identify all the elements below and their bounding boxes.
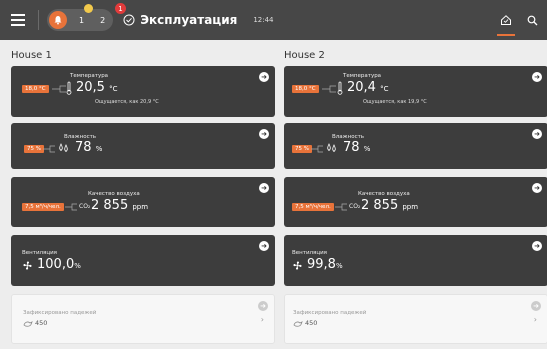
menu-button[interactable] [4, 0, 32, 40]
house-title: House 2 [284, 50, 325, 61]
arrow-right-icon[interactable]: ➜ [531, 301, 541, 311]
warning-dot [84, 4, 93, 13]
mode-indicator[interactable]: Эксплуатация 12:44 [123, 13, 274, 27]
chevron-right-icon: › [533, 315, 537, 324]
mortality-card[interactable]: ➜ Зафиксировано падежей 450 › [11, 294, 275, 344]
air-quality-label: Качество воздуха [358, 191, 410, 197]
air-quality-setpoint: 7,5 м³/ч/чел. [22, 203, 64, 211]
top-bar: 1 2 1 Эксплуатация 12:44 [0, 0, 547, 40]
alarm-pill[interactable]: 1 2 1 [47, 3, 126, 31]
mortality-card[interactable]: ➜ Зафиксировано падежей 450 › [284, 294, 547, 344]
arrow-right-icon[interactable]: ➜ [532, 241, 542, 251]
dead-bird-icon [23, 321, 33, 327]
alarm-count-2: 2 [100, 15, 106, 25]
home-icon [501, 15, 511, 25]
header-divider [38, 10, 39, 30]
menu-icon [11, 14, 25, 26]
arrow-right-icon[interactable]: ➜ [258, 301, 268, 311]
chevron-right-icon: › [260, 315, 264, 324]
air-quality-value: 2 855 ppm [91, 198, 149, 213]
search-icon [527, 15, 537, 25]
humidity-setpoint: 75 % [292, 145, 312, 153]
house-column-2: House 2 ➜ Температура 18,0 °C 20,4 °C Ощ… [284, 50, 547, 344]
ventilation-value: 100,0% [37, 257, 81, 272]
air-quality-card[interactable]: ➜ Качество воздуха 7,5 м³/ч/чел. CO₂ 2 8… [284, 177, 547, 227]
temperature-value: 20,4 °C [347, 80, 389, 95]
humidity-value: 78 % [343, 140, 371, 155]
humidity-card[interactable]: ➜ Влажность 75 % 78 % [11, 123, 275, 169]
mortality-value: 450 [305, 319, 318, 327]
temperature-card[interactable]: ➜ Температура 18,0 °C 20,4 °C Ощущается,… [284, 66, 547, 117]
co2-icon: CO₂ [79, 203, 91, 210]
thermometer-icon [66, 81, 72, 95]
humidity-icon [327, 143, 336, 153]
ventilation-label: Вентиляция [292, 250, 327, 256]
ventilation-card[interactable]: ➜ Вентиляция 100,0% [11, 235, 275, 286]
air-quality-card[interactable]: ➜ Качество воздуха 7,5 м³/ч/чел. CO₂ 2 8… [11, 177, 275, 227]
feels-like: Ощущается, как 19,9 °C [363, 99, 427, 105]
ventilation-icon [23, 261, 32, 270]
arrow-right-icon[interactable]: ➜ [259, 129, 269, 139]
air-quality-value: 2 855 ppm [361, 198, 419, 213]
air-quality-setpoint: 7,5 м³/ч/чел. [292, 203, 334, 211]
temperature-value: 20,5 °C [76, 80, 118, 95]
feels-like: Ощущается, как 20,9 °C [95, 99, 159, 105]
thermometer-icon [337, 81, 343, 95]
temperature-setpoint: 18,0 °C [22, 85, 49, 93]
arrow-right-icon[interactable]: ➜ [532, 129, 542, 139]
humidity-setpoint: 75 % [24, 145, 44, 153]
house-column-1: House 1 ➜ Температура 18,0 °C 20,5 °C Ощ… [11, 50, 275, 344]
house-title: House 1 [11, 50, 52, 61]
mortality-label: Зафиксировано падежей [23, 310, 97, 316]
arrow-right-icon[interactable]: ➜ [259, 241, 269, 251]
arrow-right-icon[interactable]: ➜ [259, 72, 269, 82]
home-tab[interactable] [493, 0, 519, 40]
co2-icon: CO₂ [349, 203, 361, 210]
arrow-right-icon[interactable]: ➜ [532, 183, 542, 193]
arrow-right-icon[interactable]: ➜ [532, 72, 542, 82]
search-button[interactable] [519, 0, 545, 40]
humidity-icon [59, 143, 68, 153]
ventilation-value: 99,8% [307, 257, 343, 272]
ventilation-icon [293, 261, 302, 270]
mortality-value: 450 [35, 319, 48, 327]
clock: 12:44 [253, 16, 274, 24]
ventilation-card[interactable]: ➜ Вентиляция 99,8% [284, 235, 547, 286]
page-title: Эксплуатация [140, 13, 238, 27]
arrow-right-icon[interactable]: ➜ [259, 183, 269, 193]
mode-icon [123, 14, 135, 26]
alarm-icon [49, 11, 67, 29]
ventilation-label: Вентиляция [22, 250, 57, 256]
alarm-badge: 1 [115, 3, 126, 14]
temperature-label: Температура [70, 73, 109, 79]
humidity-card[interactable]: ➜ Влажность 75 % 78 % [284, 123, 547, 169]
temperature-label: Температура [343, 73, 382, 79]
air-quality-label: Качество воздуха [88, 191, 140, 197]
alarm-count-1: 1 [79, 15, 85, 25]
temperature-card[interactable]: ➜ Температура 18,0 °C 20,5 °C Ощущается,… [11, 66, 275, 117]
humidity-value: 78 % [75, 140, 103, 155]
dead-bird-icon [293, 321, 303, 327]
mortality-label: Зафиксировано падежей [293, 310, 367, 316]
temperature-setpoint: 18,0 °C [292, 85, 319, 93]
